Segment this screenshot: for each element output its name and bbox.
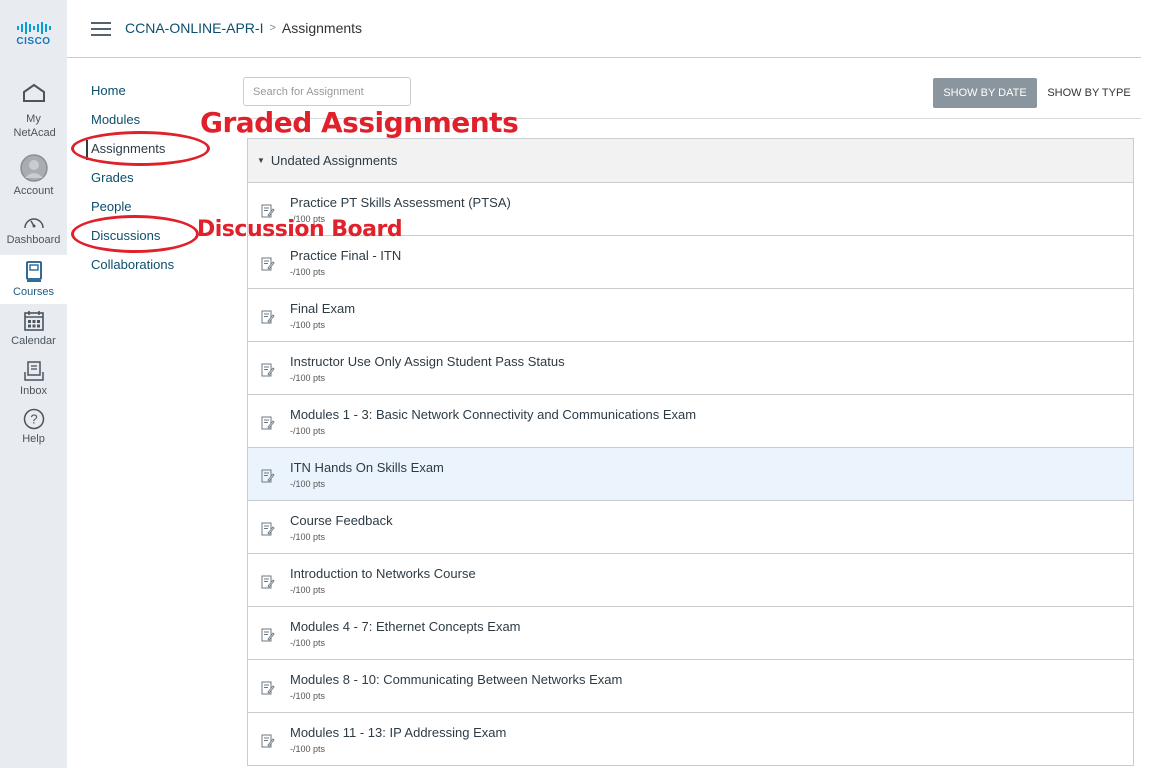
assignment-icon: [261, 363, 275, 377]
cisco-logo[interactable]: CISCO: [0, 22, 67, 47]
assignment-title-link[interactable]: Modules 11 - 13: IP Addressing Exam: [290, 725, 506, 740]
assignment-row[interactable]: ITN Hands On Skills Exam -/100 pts: [248, 448, 1133, 501]
page-header: CCNA-ONLINE-APR-I > Assignments: [67, 0, 1141, 58]
assignment-row[interactable]: Introduction to Networks Course -/100 pts: [248, 554, 1133, 607]
assignment-points: -/100 pts: [290, 532, 326, 542]
course-nav-grades[interactable]: Grades: [86, 169, 226, 198]
assignment-icon: [261, 469, 275, 483]
assignment-points: -/100 pts: [290, 373, 326, 383]
assignment-row[interactable]: Final Exam -/100 pts: [248, 289, 1133, 342]
show-by-type-button[interactable]: SHOW BY TYPE: [1040, 78, 1138, 108]
inbox-icon: [23, 361, 44, 381]
assignment-row[interactable]: Modules 11 - 13: IP Addressing Exam -/100…: [248, 713, 1133, 766]
assignment-row[interactable]: Modules 8 - 10: Communicating Between Ne…: [248, 660, 1133, 713]
assignment-title-link[interactable]: Introduction to Networks Course: [290, 566, 476, 581]
assignment-title-link[interactable]: Practice Final - ITN: [290, 248, 401, 263]
assignment-icon: [261, 681, 275, 695]
assignment-points: -/100 pts: [290, 267, 326, 277]
annotation-discussion-board: Discussion Board: [197, 217, 403, 242]
global-nav-calendar[interactable]: Calendar: [0, 310, 67, 348]
global-nav-inbox[interactable]: Inbox: [0, 360, 67, 398]
global-nav-courses[interactable]: Courses: [0, 255, 67, 304]
global-nav-help[interactable]: ? Help: [0, 408, 67, 446]
assignment-row[interactable]: Modules 1 - 3: Basic Network Connectivit…: [248, 395, 1133, 448]
annotation-graded-assignments: Graded Assignments: [200, 106, 519, 139]
assignment-points: -/100 pts: [290, 479, 326, 489]
assignment-row[interactable]: Practice Final - ITN -/100 pts: [248, 236, 1133, 289]
assignment-points: -/100 pts: [290, 320, 326, 330]
global-nav-label: Calendar: [11, 335, 56, 347]
global-nav-label: Dashboard: [6, 234, 61, 246]
assignment-icon: [261, 257, 275, 271]
global-nav-account[interactable]: Account: [0, 154, 67, 198]
assignment-icon: [261, 575, 275, 589]
assignment-title-link[interactable]: ITN Hands On Skills Exam: [290, 460, 444, 475]
global-nav-label: Courses: [13, 286, 54, 298]
assignment-icon: [261, 204, 275, 218]
hamburger-menu-icon[interactable]: [91, 22, 111, 36]
assignment-row[interactable]: Instructor Use Only Assign Student Pass …: [248, 342, 1133, 395]
breadcrumb-current: Assignments: [281, 20, 363, 36]
global-nav: CISCO My NetAcad Account Dashboard Cours…: [0, 0, 67, 768]
global-nav-label: Inbox: [20, 385, 47, 397]
help-icon: ?: [23, 408, 44, 430]
assignment-icon: [261, 522, 275, 536]
assignment-title-link[interactable]: Modules 1 - 3: Basic Network Connectivit…: [290, 407, 696, 422]
cisco-logo-bars-icon: [0, 22, 67, 34]
caret-down-icon: ▼: [257, 156, 265, 165]
avatar-icon: [19, 154, 48, 182]
course-nav-collaborations[interactable]: Collaborations: [86, 256, 226, 285]
assignment-row[interactable]: Modules 4 - 7: Ethernet Concepts Exam -/1…: [248, 607, 1133, 660]
global-nav-dashboard[interactable]: Dashboard: [0, 213, 67, 247]
assignment-title-link[interactable]: Practice PT Skills Assessment (PTSA): [290, 195, 511, 210]
assignment-group-title: Undated Assignments: [270, 153, 398, 168]
assignment-points: -/100 pts: [290, 585, 326, 595]
dashboard-icon: [23, 218, 44, 229]
assignment-points: -/100 pts: [290, 691, 326, 701]
svg-text:?: ?: [30, 412, 37, 427]
breadcrumb-separator-icon: >: [269, 22, 276, 34]
home-icon: [22, 83, 45, 102]
assignment-points: -/100 pts: [290, 638, 326, 648]
assignment-icon: [261, 628, 275, 642]
assignment-points: -/100 pts: [290, 426, 326, 436]
assignment-row[interactable]: Course Feedback -/100 pts: [248, 501, 1133, 554]
global-nav-label: My NetAcad: [13, 113, 56, 139]
courses-icon: [25, 261, 42, 282]
assignment-title-link[interactable]: Modules 8 - 10: Communicating Between Ne…: [290, 672, 622, 687]
assignment-title-link[interactable]: Course Feedback: [290, 513, 393, 528]
global-nav-label: Account: [13, 185, 54, 197]
search-assignment-input[interactable]: [243, 77, 411, 106]
assignment-title-link[interactable]: Final Exam: [290, 301, 355, 316]
assignment-icon: [261, 310, 275, 324]
global-nav-my-netacad[interactable]: My NetAcad: [0, 82, 67, 148]
show-by-date-button[interactable]: SHOW BY DATE: [933, 78, 1037, 108]
assignment-group-header[interactable]: ▼ Undated Assignments: [248, 139, 1133, 183]
breadcrumb-course-link[interactable]: CCNA-ONLINE-APR-I: [125, 20, 263, 36]
annotation-ellipse-discussions: [71, 215, 199, 253]
assignment-title-link[interactable]: Instructor Use Only Assign Student Pass …: [290, 354, 565, 369]
annotation-ellipse-assignments: [71, 131, 210, 166]
assignment-icon: [261, 734, 275, 748]
breadcrumb: CCNA-ONLINE-APR-I > Assignments: [125, 20, 362, 36]
calendar-icon: [23, 311, 44, 331]
assignment-title-link[interactable]: Modules 4 - 7: Ethernet Concepts Exam: [290, 619, 521, 634]
assignment-points: -/100 pts: [290, 744, 326, 754]
assignment-icon: [261, 416, 275, 430]
global-nav-label: Help: [22, 433, 45, 445]
cisco-logo-text: CISCO: [16, 36, 51, 47]
